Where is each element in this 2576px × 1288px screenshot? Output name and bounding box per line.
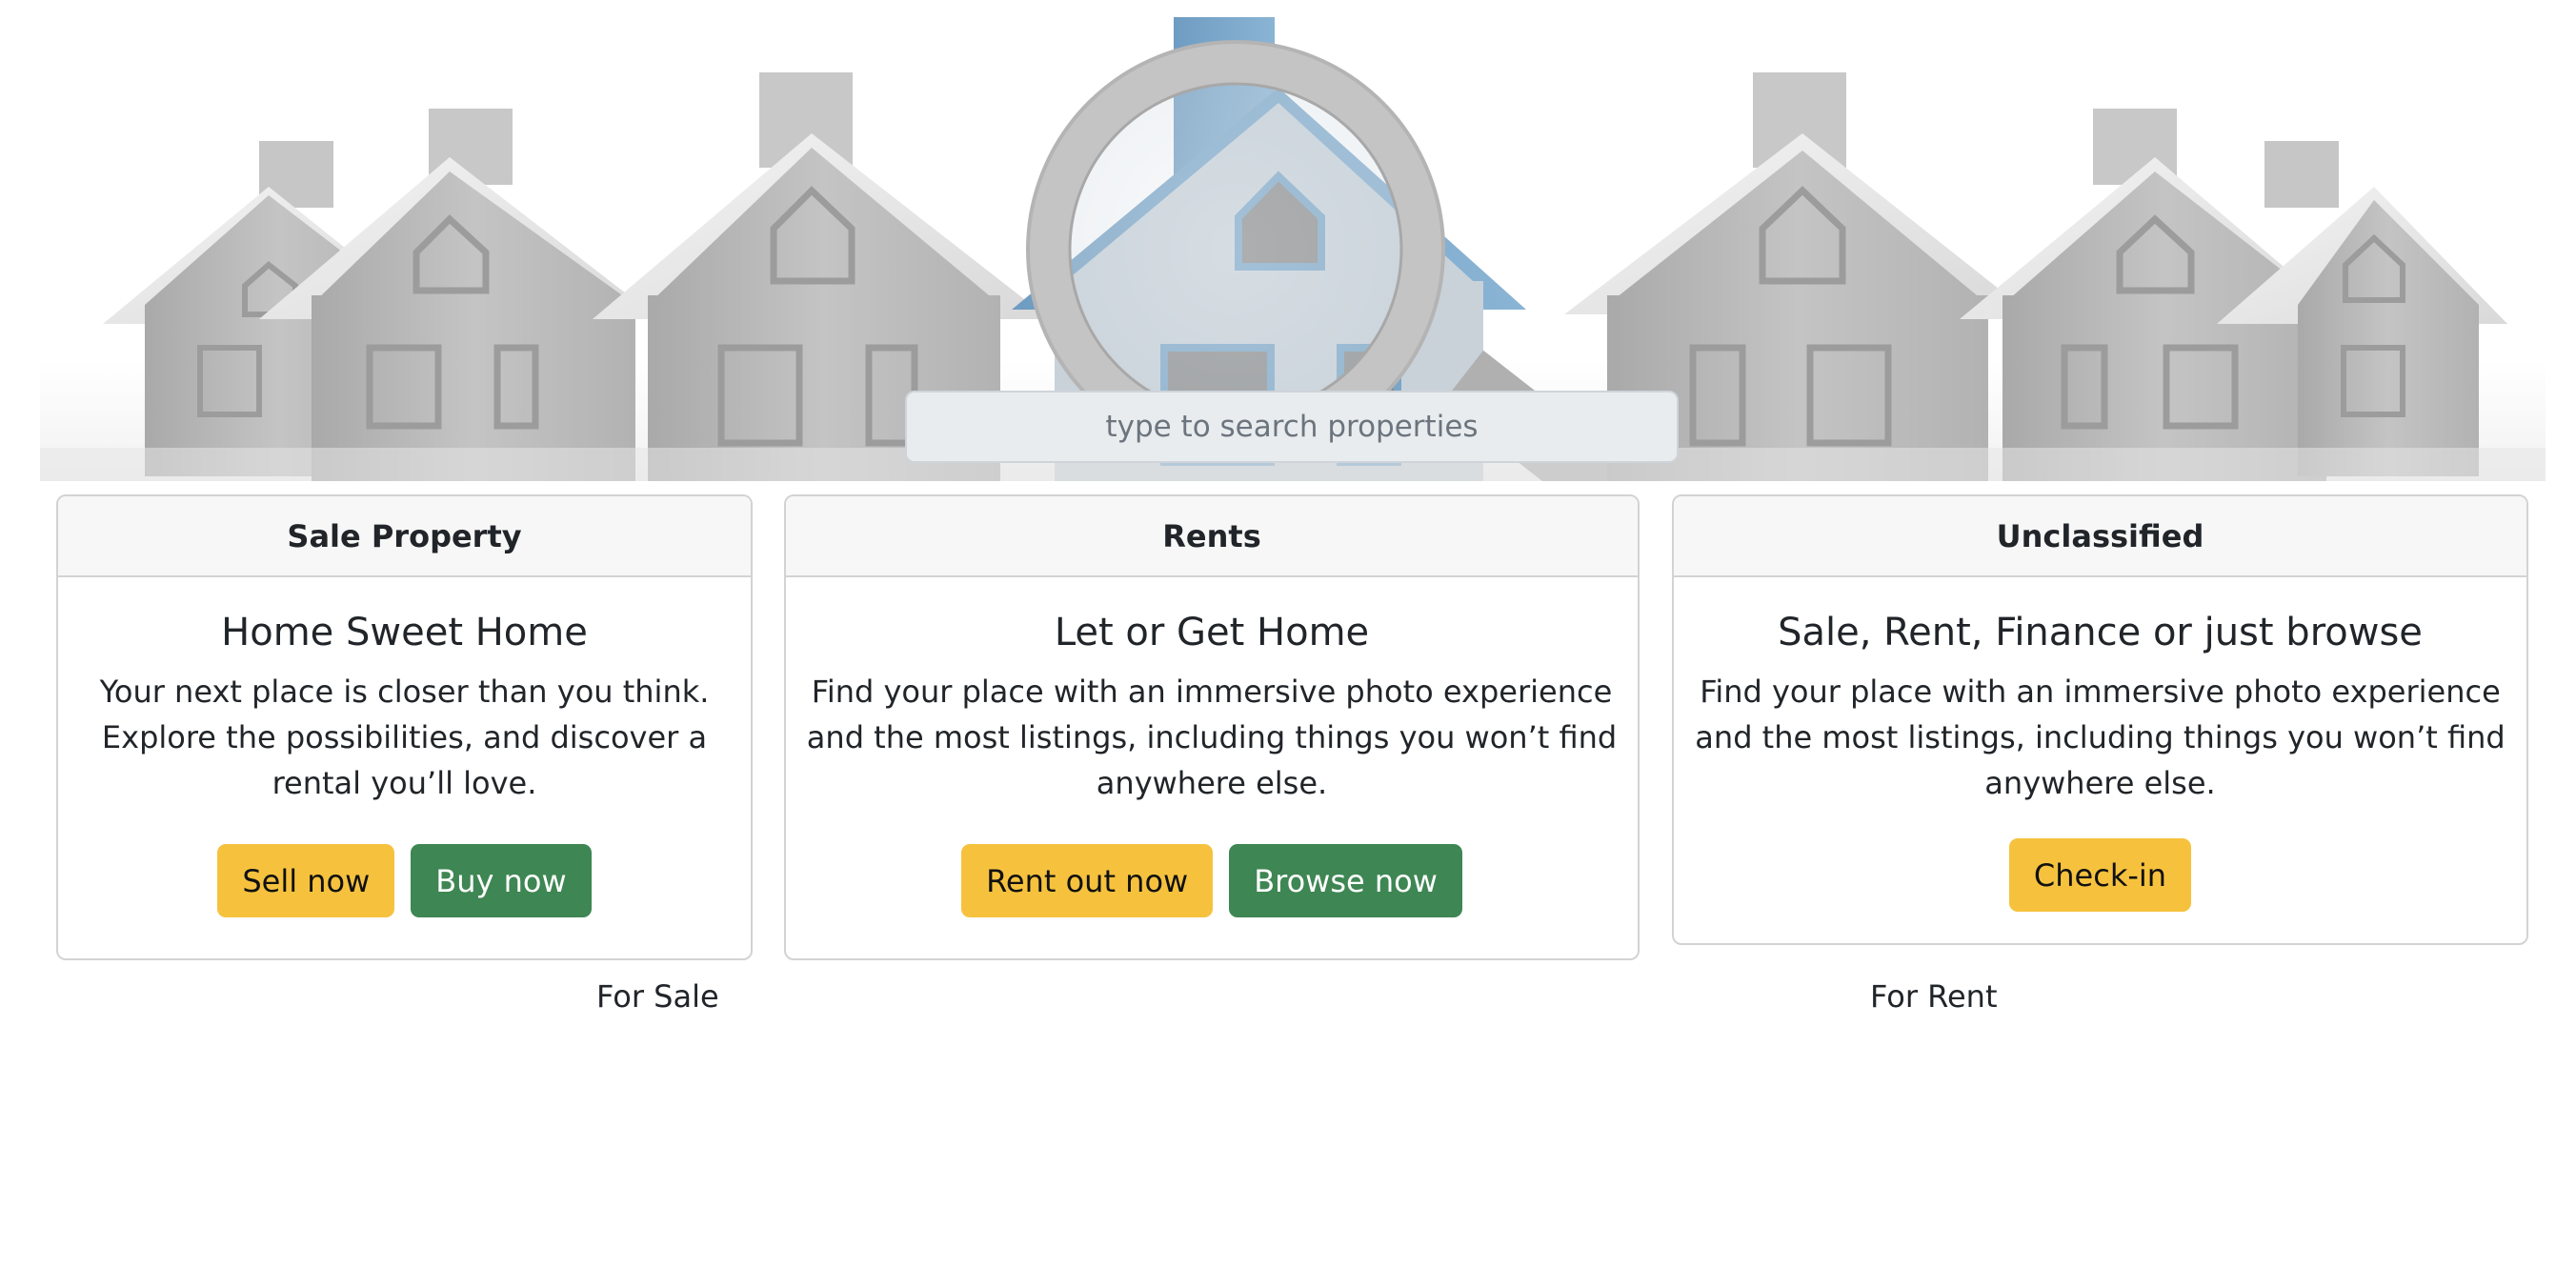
browse-now-button[interactable]: Browse now xyxy=(1229,844,1462,917)
rents-card: Rents Let or Get Home Find your place wi… xyxy=(784,494,1640,960)
unclassified-card: Unclassified Sale, Rent, Finance or just… xyxy=(1672,494,2528,945)
for-rent-label: For Rent xyxy=(1870,978,1998,1015)
rent-out-now-button[interactable]: Rent out now xyxy=(961,844,1214,917)
check-in-button[interactable]: Check-in xyxy=(2008,838,2192,912)
buy-now-button[interactable]: Buy now xyxy=(411,844,592,917)
card-title: Let or Get Home xyxy=(1054,611,1370,654)
search-input[interactable] xyxy=(905,391,1679,463)
card-header: Unclassified xyxy=(1674,496,2526,577)
card-title: Home Sweet Home xyxy=(221,611,588,654)
sale-property-card: Sale Property Home Sweet Home Your next … xyxy=(56,494,753,960)
for-sale-label: For Sale xyxy=(596,978,719,1015)
card-header: Sale Property xyxy=(58,496,751,577)
card-text: Find your place with an immersive photo … xyxy=(806,674,1618,801)
sell-now-button[interactable]: Sell now xyxy=(217,844,395,917)
card-header: Rents xyxy=(786,496,1638,577)
card-title: Sale, Rent, Finance or just browse xyxy=(1778,611,2423,654)
card-text: Your next place is closer than you think… xyxy=(99,674,710,801)
card-text: Find your place with an immersive photo … xyxy=(1695,674,2506,801)
